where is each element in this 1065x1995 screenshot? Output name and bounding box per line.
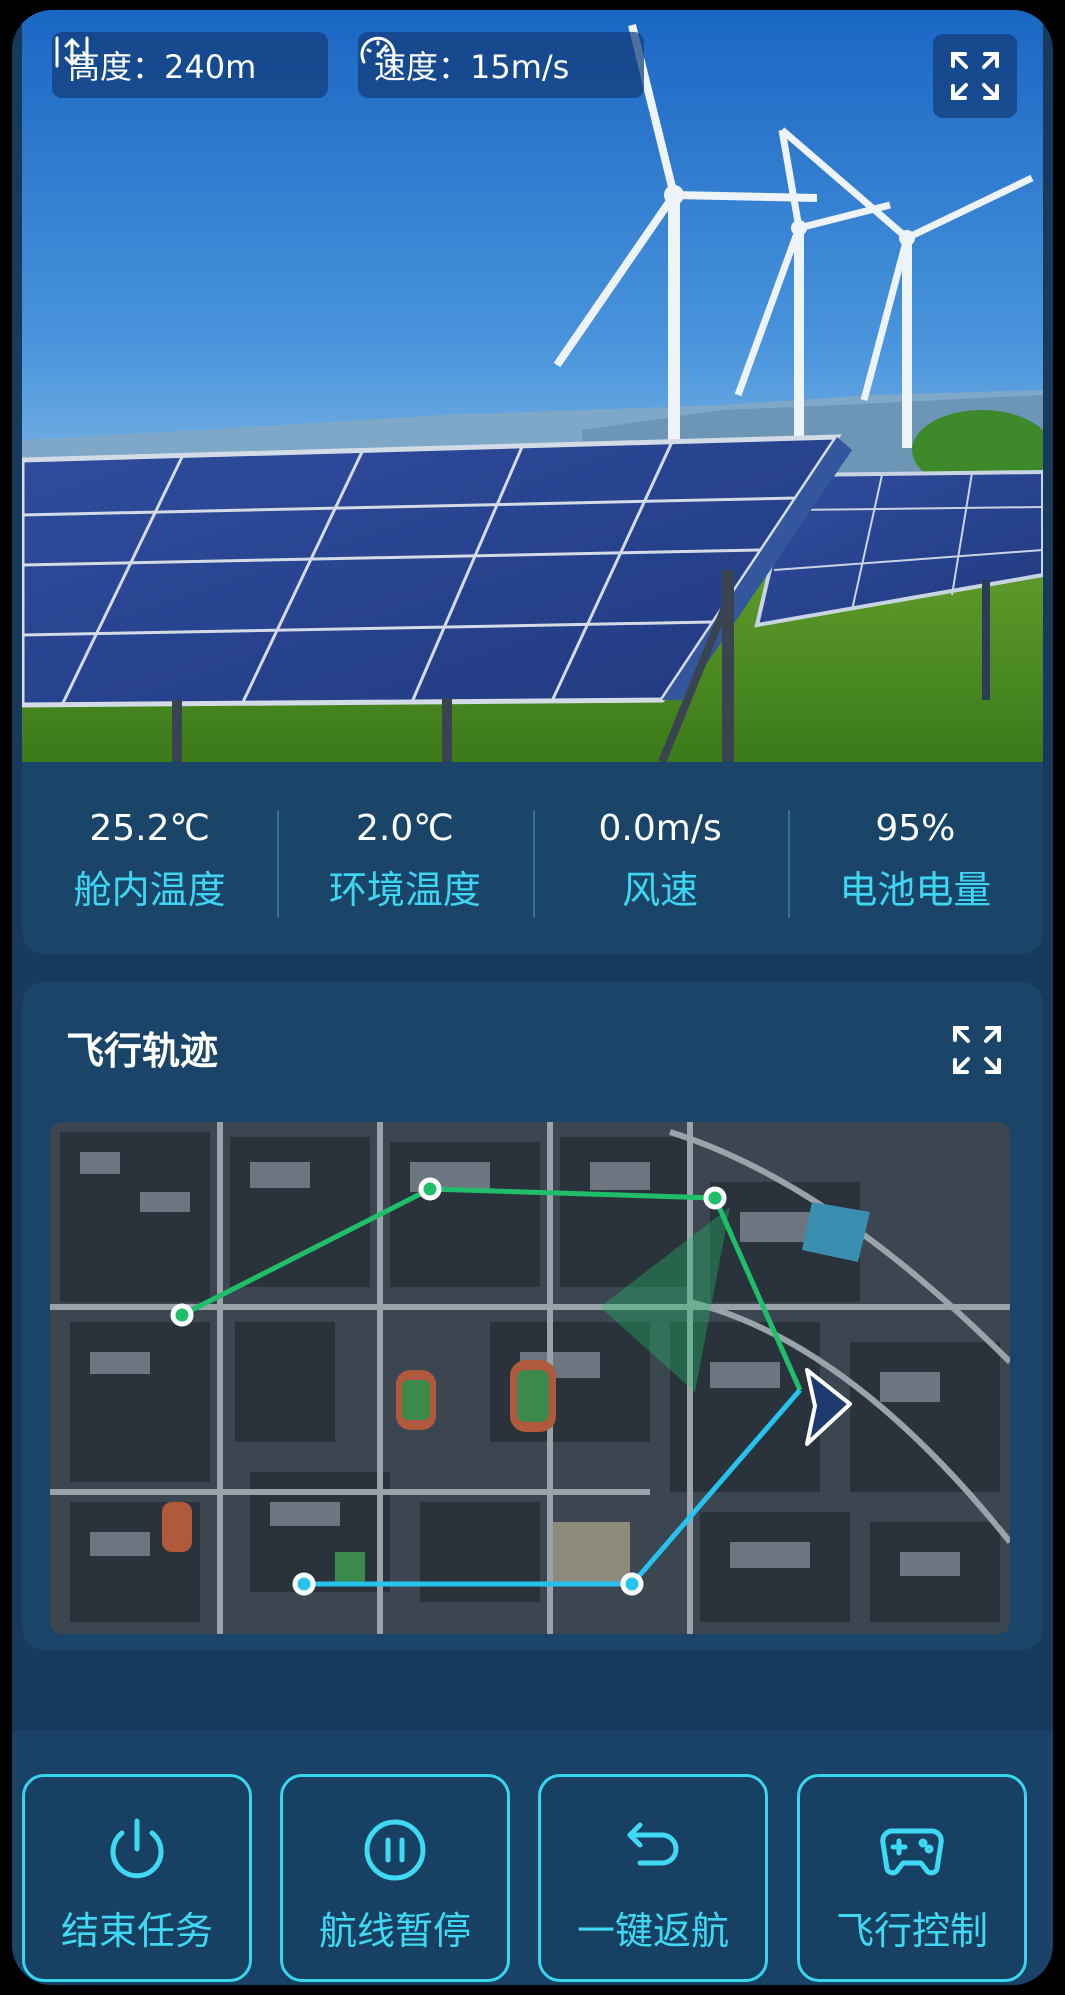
stat-ambient-temperature: 2.0℃ 环境温度 — [277, 762, 532, 954]
satellite-map[interactable] — [50, 1122, 1010, 1634]
button-label: 结束任务 — [60, 1909, 213, 1953]
app-screen: 高度：240m 速度：15m/s 25.2℃ 舱内温度 2.0℃ 环境温度 0.… — [12, 10, 1053, 1985]
speed-readout: 速度：15m/s — [374, 48, 570, 86]
stat-value: 0.0m/s — [598, 808, 722, 849]
button-label: 航线暂停 — [318, 1909, 471, 1953]
panel-title: 飞行轨迹 — [66, 1029, 219, 1073]
fullscreen-icon — [951, 52, 999, 100]
telemetry-stats: 25.2℃ 舱内温度 2.0℃ 环境温度 0.0m/s 风速 95% 电池电量 — [22, 762, 1043, 954]
video-frame-image — [22, 10, 1043, 762]
track-fullscreen-button[interactable] — [949, 1022, 1005, 1078]
button-label: 飞行控制 — [835, 1909, 988, 1953]
video-fullscreen-button[interactable] — [933, 34, 1017, 118]
stat-value: 95% — [875, 808, 956, 849]
pause-route-button[interactable]: 航线暂停 — [280, 1774, 510, 1982]
flight-control-button[interactable]: 飞行控制 — [797, 1774, 1027, 1982]
stat-value: 2.0℃ — [356, 808, 454, 849]
return-icon — [627, 1822, 679, 1866]
altitude-arrows-icon — [55, 36, 89, 68]
power-icon — [110, 1818, 164, 1879]
stat-battery-level: 95% 电池电量 — [787, 762, 1043, 954]
action-bar: 结束任务 航线暂停 一键返航 飞行控制 — [12, 1730, 1053, 1985]
stat-label: 风速 — [622, 868, 699, 912]
stat-label: 电池电量 — [839, 868, 992, 912]
stat-label: 环境温度 — [328, 868, 481, 912]
speedometer-icon — [360, 36, 396, 64]
stat-cabin-temperature: 25.2℃ 舱内温度 — [22, 762, 277, 954]
video-feed[interactable]: 高度：240m 速度：15m/s — [22, 10, 1043, 762]
fullscreen-icon — [953, 1026, 1001, 1074]
end-mission-button[interactable]: 结束任务 — [22, 1774, 252, 1982]
speed-badge: 速度：15m/s — [358, 32, 644, 98]
phone-frame: 高度：240m 速度：15m/s 25.2℃ 舱内温度 2.0℃ 环境温度 0.… — [0, 0, 1065, 1995]
return-home-button[interactable]: 一键返航 — [538, 1774, 768, 1982]
map-image — [50, 1122, 1010, 1634]
gamepad-icon — [880, 1828, 944, 1876]
stat-value: 25.2℃ — [89, 808, 210, 849]
stat-wind-speed: 0.0m/s 风速 — [532, 762, 788, 954]
pause-icon — [364, 1819, 426, 1881]
flight-track-panel: 飞行轨迹 — [22, 982, 1043, 1650]
button-label: 一键返航 — [576, 1909, 729, 1953]
altitude-badge: 高度：240m — [52, 32, 328, 98]
altitude-readout: 高度：240m — [68, 48, 257, 86]
stat-label: 舱内温度 — [73, 868, 226, 912]
